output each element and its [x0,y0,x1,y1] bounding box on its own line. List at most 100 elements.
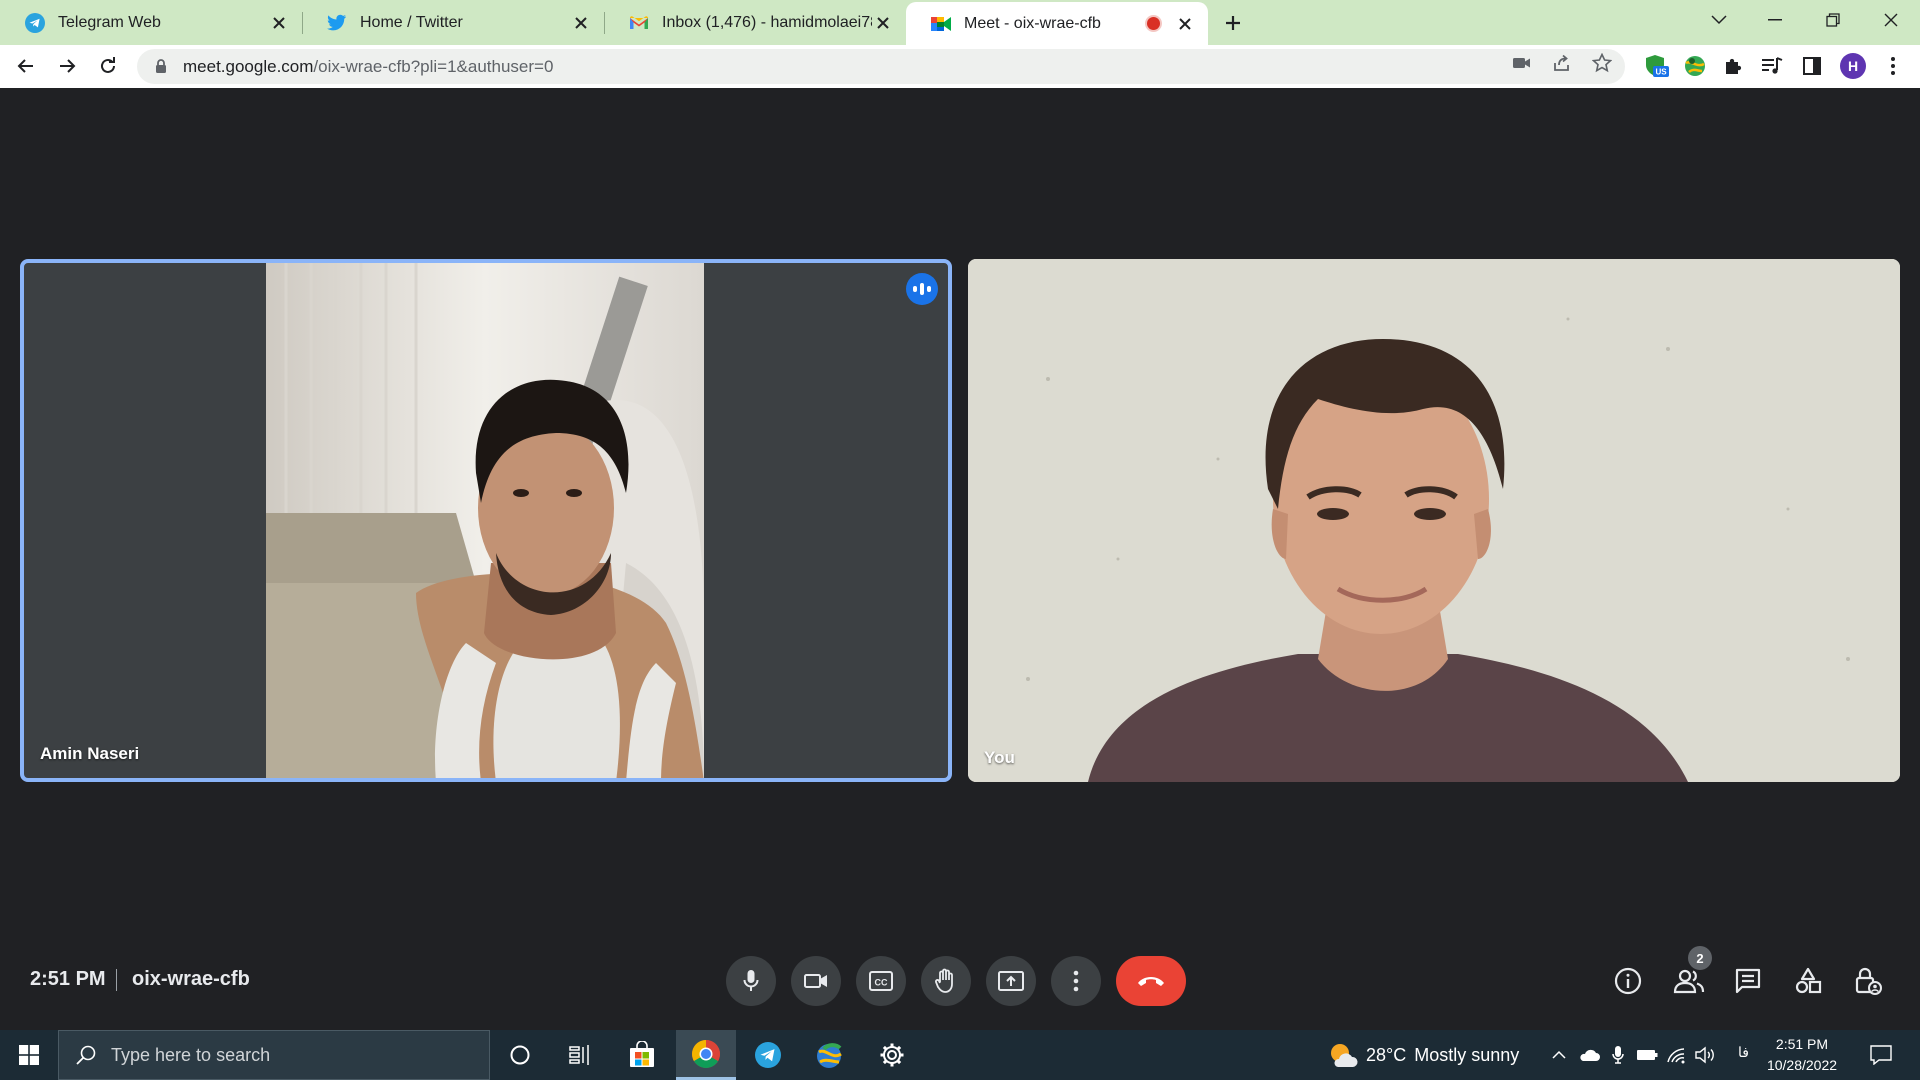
windows-logo-icon [19,1045,39,1065]
tab-telegram[interactable]: Telegram Web [0,0,302,45]
tab-title: Meet - oix-wrae-cfb [964,14,1101,32]
avatar: H [1840,53,1866,79]
cortana-circle-icon [510,1045,530,1065]
windows-taskbar: Type here to search 28°C Mostly sunny فا… [0,1030,1920,1080]
microphone-in-use-icon[interactable] [1605,1030,1631,1080]
cortana-button[interactable] [490,1030,550,1080]
taskbar-clock[interactable]: 2:51 PM 10/28/2022 [1762,1034,1842,1076]
leave-call-button[interactable] [1116,956,1186,1006]
start-button[interactable] [0,1030,58,1080]
task-view-button[interactable] [550,1030,610,1080]
hang-up-icon [1138,977,1164,986]
profile-button[interactable]: H [1838,51,1868,81]
show-hidden-icons-button[interactable] [1546,1030,1572,1080]
extension-badge: US [1655,68,1667,77]
meeting-details-button[interactable] [1609,962,1647,1000]
tab-title: Home / Twitter [360,13,463,31]
notifications-button[interactable] [1866,1030,1896,1080]
more-options-button[interactable] [1051,956,1101,1006]
side-panel-button[interactable] [1797,51,1827,81]
clock-date: 10/28/2022 [1766,1057,1838,1073]
camera-in-use-icon[interactable] [1512,53,1532,73]
address-bar[interactable]: meet.google.com/oix-wrae-cfb?pli=1&authu… [137,49,1625,84]
tab-search-button[interactable] [1696,0,1742,40]
raise-hand-button[interactable] [921,956,971,1006]
info-icon [1614,967,1642,995]
chevron-up-icon [1552,1050,1566,1059]
task-view-icon [569,1045,589,1065]
media-control-button[interactable] [1757,51,1787,81]
taskbar-globe-app[interactable] [800,1030,860,1080]
lock-icon [151,57,171,77]
participant-tile-amin[interactable]: Amin Naseri [20,259,952,782]
volume-icon[interactable] [1692,1030,1718,1080]
forward-button[interactable] [51,50,83,82]
people-count-badge: 2 [1688,946,1712,970]
chat-button[interactable] [1729,962,1767,1000]
taskbar-settings[interactable] [862,1030,922,1080]
activities-button[interactable] [1789,962,1827,1000]
present-screen-button[interactable] [986,956,1036,1006]
tab-gmail[interactable]: Inbox (1,476) - hamidmolaei78@ [604,0,906,45]
globe-icon [817,1043,842,1068]
participant-tile-you[interactable]: You [968,259,1900,782]
tab-title: Inbox (1,476) - hamidmolaei78@ [662,13,872,31]
back-button[interactable] [10,50,42,82]
extensions-button[interactable] [1718,51,1748,81]
weather-widget[interactable]: 28°C Mostly sunny [1328,1030,1519,1080]
bookmark-star-icon[interactable] [1592,53,1612,73]
close-tab-icon[interactable] [1174,13,1196,35]
telegram-icon [755,1042,781,1068]
minimize-button[interactable] [1752,0,1798,40]
puzzle-icon [1726,58,1742,74]
microphone-button[interactable] [726,956,776,1006]
taskbar-search-box[interactable]: Type here to search [58,1030,490,1080]
browser-menu-button[interactable] [1878,51,1908,81]
gear-icon [880,1043,904,1067]
close-tab-icon[interactable] [872,12,894,34]
raise-hand-icon [935,968,953,993]
reload-button[interactable] [92,50,124,82]
url-host: meet.google.com [183,56,314,76]
taskbar-telegram[interactable] [738,1030,798,1080]
globe-extension-button[interactable] [1680,51,1710,81]
meeting-time: 2:51 PM [30,968,106,990]
host-lock-icon [1855,967,1882,995]
meeting-code: oix-wrae-cfb [132,968,250,990]
captions-button[interactable]: CC [856,956,906,1006]
battery-icon[interactable] [1634,1030,1660,1080]
taskbar-microsoft-store[interactable] [612,1030,672,1080]
plus-icon [1226,16,1240,30]
camera-button[interactable] [791,956,841,1006]
meet-icon [930,13,952,35]
tab-title: Telegram Web [58,13,161,31]
host-controls-button[interactable] [1849,962,1887,1000]
close-window-button[interactable] [1868,0,1914,40]
svg-text:CC: CC [875,978,888,988]
vpn-extension-button[interactable]: US [1641,51,1671,81]
more-vertical-icon [1891,57,1895,75]
restore-button[interactable] [1810,0,1856,40]
new-tab-button[interactable] [1218,8,1248,38]
tab-meet[interactable]: Meet - oix-wrae-cfb [906,2,1208,45]
telegram-icon [24,12,46,34]
speaking-indicator-icon [906,273,938,305]
url-path: /oix-wrae-cfb?pli=1&authuser=0 [313,56,554,76]
tab-twitter[interactable]: Home / Twitter [302,0,604,45]
share-icon[interactable] [1552,53,1572,73]
people-icon [1673,969,1705,994]
video-camera-icon [804,974,827,988]
input-language-indicator[interactable]: فا [1738,1044,1749,1061]
close-tab-icon[interactable] [268,12,290,34]
wifi-icon[interactable] [1663,1030,1689,1080]
chevron-down-icon [1711,15,1727,25]
close-icon [1884,13,1898,27]
search-placeholder: Type here to search [111,1044,271,1065]
reload-icon [101,57,115,73]
recording-indicator [1147,17,1160,30]
taskbar-chrome[interactable] [676,1030,736,1080]
partly-sunny-icon [1331,1044,1358,1067]
participant-name-label: You [984,748,1015,767]
onedrive-icon[interactable] [1576,1030,1602,1080]
close-tab-icon[interactable] [570,12,592,34]
